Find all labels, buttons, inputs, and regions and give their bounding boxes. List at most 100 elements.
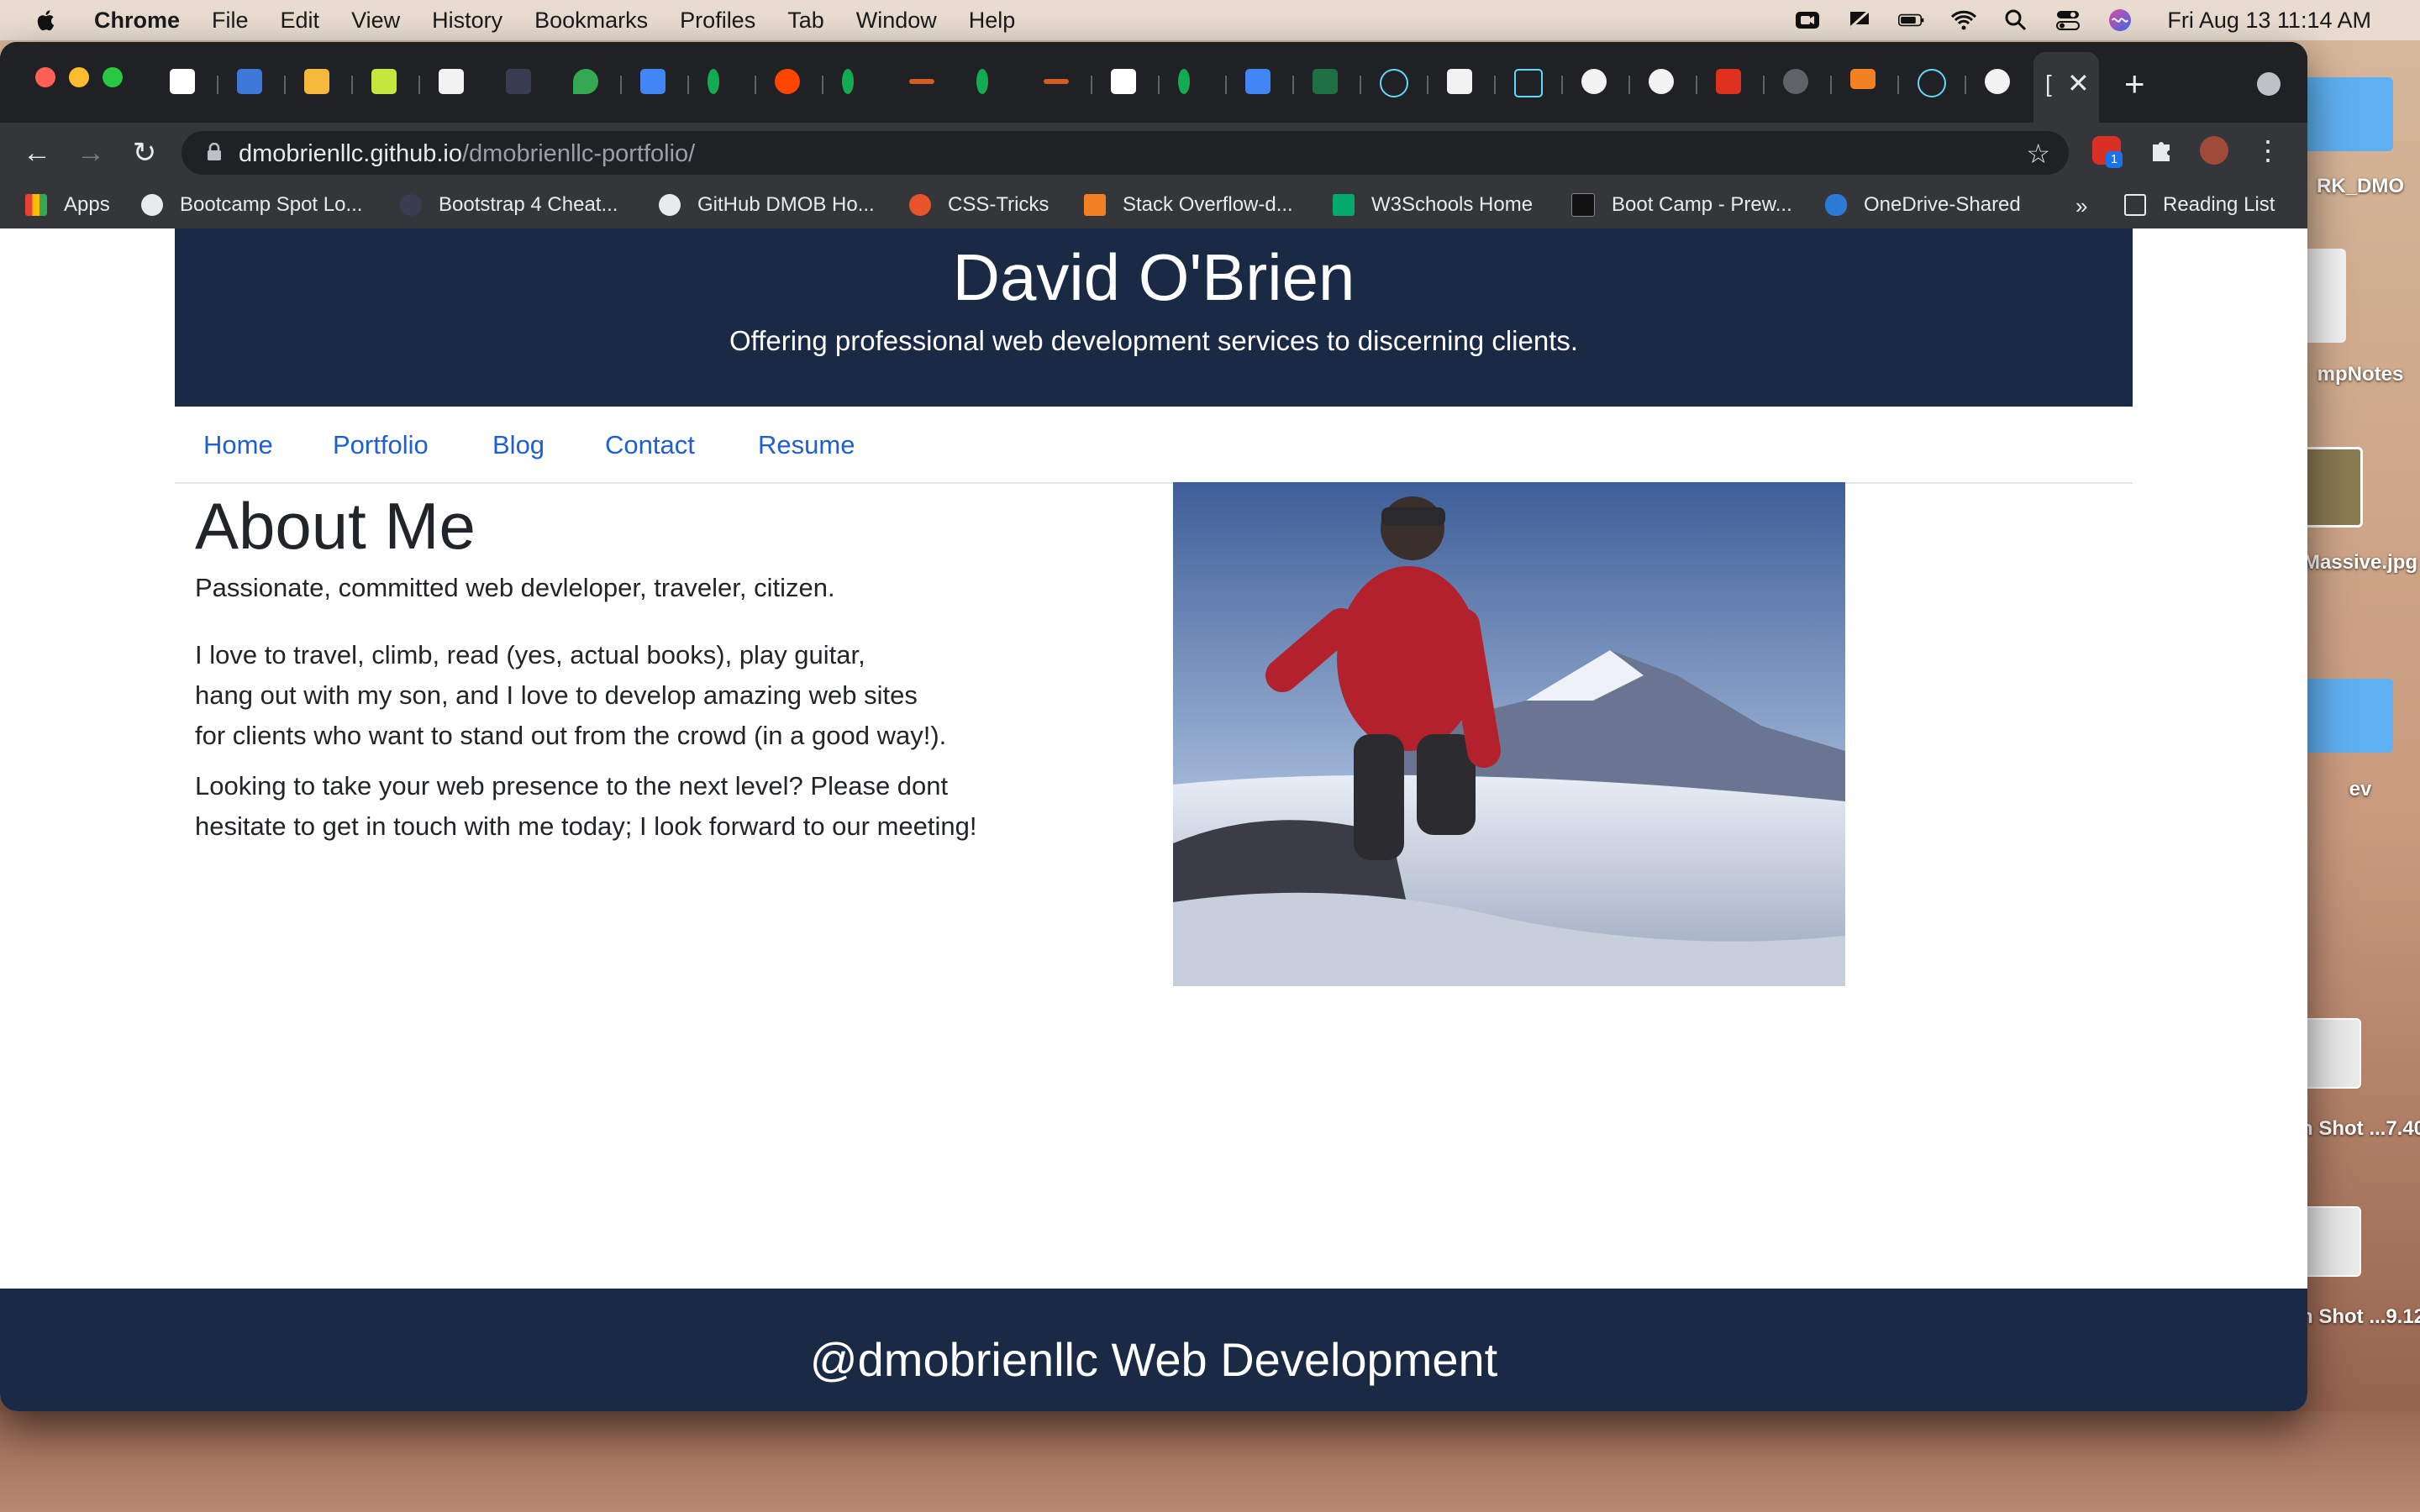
reading-list-button[interactable]: Reading List: [2124, 193, 2275, 217]
bookmark-item[interactable]: Boot Camp - Prew...: [1571, 193, 1792, 217]
extension-icon[interactable]: 1: [2092, 136, 2123, 168]
globe-icon[interactable]: [1783, 69, 1808, 94]
battery-icon[interactable]: [1898, 9, 1925, 31]
mongodb-icon[interactable]: [1178, 69, 1190, 94]
menu-tab[interactable]: Tab: [787, 8, 824, 34]
stackoverflow-icon[interactable]: [1850, 69, 1876, 89]
active-tab[interactable]: [ ✕: [2033, 52, 2099, 123]
control-center-icon[interactable]: [2054, 9, 2081, 31]
menu-file[interactable]: File: [212, 8, 249, 34]
github-icon[interactable]: [1649, 69, 1674, 94]
screenshot-thumbnail-icon[interactable]: [2302, 1206, 2361, 1277]
lock-icon[interactable]: [207, 143, 222, 161]
tab-favicon-icon[interactable]: [371, 69, 397, 94]
tab-favicon-icon[interactable]: [1447, 69, 1472, 94]
tab-search-icon[interactable]: [2257, 72, 2281, 96]
tab-favicon-icon[interactable]: [506, 69, 531, 94]
tab-favicon-icon[interactable]: [909, 79, 934, 84]
nav-home[interactable]: Home: [203, 430, 273, 460]
react-icon[interactable]: [1918, 69, 1946, 97]
site-title: David O'Brien: [952, 240, 1355, 314]
bookmark-apps[interactable]: Apps: [25, 193, 110, 217]
desktop-item-label[interactable]: n Shot ...9.12 AM: [2301, 1304, 2420, 1331]
bookmark-item[interactable]: OneDrive-Shared: [1825, 193, 2021, 217]
desktop-item-label[interactable]: ev: [2301, 778, 2420, 801]
profile-avatar[interactable]: [2200, 136, 2228, 165]
back-arrow-icon[interactable]: ←: [18, 134, 55, 171]
amazon-icon[interactable]: [439, 69, 464, 94]
tab-favicon-icon[interactable]: [237, 69, 262, 94]
menu-profiles[interactable]: Profiles: [680, 8, 755, 34]
excel-icon[interactable]: [1313, 69, 1338, 94]
menu-view[interactable]: View: [351, 8, 400, 34]
menu-app-name[interactable]: Chrome: [94, 8, 180, 34]
desktop-item-label[interactable]: RK_DMO: [2301, 175, 2420, 198]
close-window-button[interactable]: [35, 67, 55, 87]
menu-window[interactable]: Window: [856, 8, 937, 34]
apple-icon[interactable]: [37, 8, 57, 32]
tab-favicon-icon[interactable]: [1716, 69, 1741, 94]
bookmark-item[interactable]: GitHub DMOB Ho...: [659, 193, 875, 217]
mongodb-icon[interactable]: [976, 69, 988, 94]
desktop-item-label[interactable]: mpNotes: [2301, 363, 2420, 386]
new-tab-button[interactable]: +: [2124, 64, 2145, 104]
desktop-item-label[interactable]: n Shot ...7.40 AM: [2301, 1116, 2420, 1142]
mongodb-icon[interactable]: [842, 69, 854, 94]
notification-icon[interactable]: [1846, 9, 1873, 31]
wifi-icon[interactable]: [1950, 9, 1977, 31]
folder-icon[interactable]: [2302, 77, 2393, 151]
react-icon[interactable]: [1380, 69, 1408, 97]
bookmark-star-icon[interactable]: ☆: [2026, 138, 2050, 170]
nav-portfolio[interactable]: Portfolio: [333, 430, 429, 460]
bookmark-item[interactable]: Bootstrap 4 Cheat...: [400, 193, 618, 217]
maximize-window-button[interactable]: [103, 67, 123, 87]
menu-history[interactable]: History: [432, 8, 502, 34]
more-menu-icon[interactable]: ⋮: [2254, 136, 2282, 165]
siri-icon[interactable]: [2107, 9, 2133, 31]
forward-arrow-icon[interactable]: →: [72, 134, 109, 171]
macos-menu-bar: Chrome File Edit View History Bookmarks …: [0, 0, 2420, 40]
bookmarks-overflow-button[interactable]: »: [2075, 193, 2087, 219]
nav-resume[interactable]: Resume: [758, 430, 855, 460]
reddit-icon[interactable]: [775, 69, 800, 94]
tab-favicon-icon[interactable]: [1514, 69, 1543, 97]
bookmark-item[interactable]: CSS-Tricks: [909, 193, 1049, 217]
menu-clock[interactable]: Fri Aug 13 11:14 AM: [2167, 8, 2371, 34]
docs-icon[interactable]: [640, 69, 666, 94]
mongodb-icon[interactable]: [708, 69, 719, 94]
browser-window: [ ✕ + ← → ↻ dmobrienllc.github.io/dmobri…: [0, 42, 2307, 1411]
close-tab-icon[interactable]: ✕: [2067, 67, 2090, 99]
tab-favicon-icon[interactable]: [1111, 69, 1136, 94]
minimize-window-button[interactable]: [69, 67, 89, 87]
url-text[interactable]: dmobrienllc.github.io/dmobrienllc-portfo…: [239, 140, 695, 168]
nav-blog[interactable]: Blog: [492, 430, 544, 460]
screenshot-thumbnail-icon[interactable]: [2302, 1018, 2361, 1089]
nav-contact[interactable]: Contact: [605, 430, 695, 460]
github-icon[interactable]: [1985, 69, 2010, 94]
tab-strip: [ ✕ +: [0, 42, 2307, 123]
spotlight-search-icon[interactable]: [2002, 9, 2029, 31]
menu-bookmarks[interactable]: Bookmarks: [534, 8, 648, 34]
tab-separator: [1965, 76, 1966, 94]
reload-icon[interactable]: ↻: [126, 134, 163, 171]
tab-separator: [1494, 76, 1496, 94]
image-thumbnail-icon[interactable]: [2302, 447, 2363, 528]
github-icon[interactable]: [1581, 69, 1607, 94]
video-camera-icon[interactable]: [1794, 9, 1821, 31]
folder-icon[interactable]: [2302, 679, 2393, 753]
puzzle-extensions-icon[interactable]: [2148, 136, 2176, 165]
maps-icon[interactable]: [573, 69, 598, 94]
address-bar[interactable]: dmobrienllc.github.io/dmobrienllc-portfo…: [182, 131, 2069, 175]
menu-help[interactable]: Help: [969, 8, 1016, 34]
bookmark-item[interactable]: W3Schools Home: [1333, 193, 1533, 217]
document-icon[interactable]: [2302, 249, 2346, 343]
site-nav: Home Portfolio Blog Contact Resume: [175, 407, 2133, 484]
tab-favicon-icon[interactable]: [304, 69, 329, 94]
docs-icon[interactable]: [1245, 69, 1270, 94]
desktop-item-label[interactable]: Massive.jpg: [2301, 551, 2420, 575]
menu-edit[interactable]: Edit: [281, 8, 320, 34]
bookmark-item[interactable]: Bootcamp Spot Lo...: [141, 193, 362, 217]
tab-favicon-icon[interactable]: [170, 69, 195, 94]
bookmark-item[interactable]: Stack Overflow-d...: [1084, 193, 1293, 217]
tab-favicon-icon[interactable]: [1044, 79, 1069, 84]
